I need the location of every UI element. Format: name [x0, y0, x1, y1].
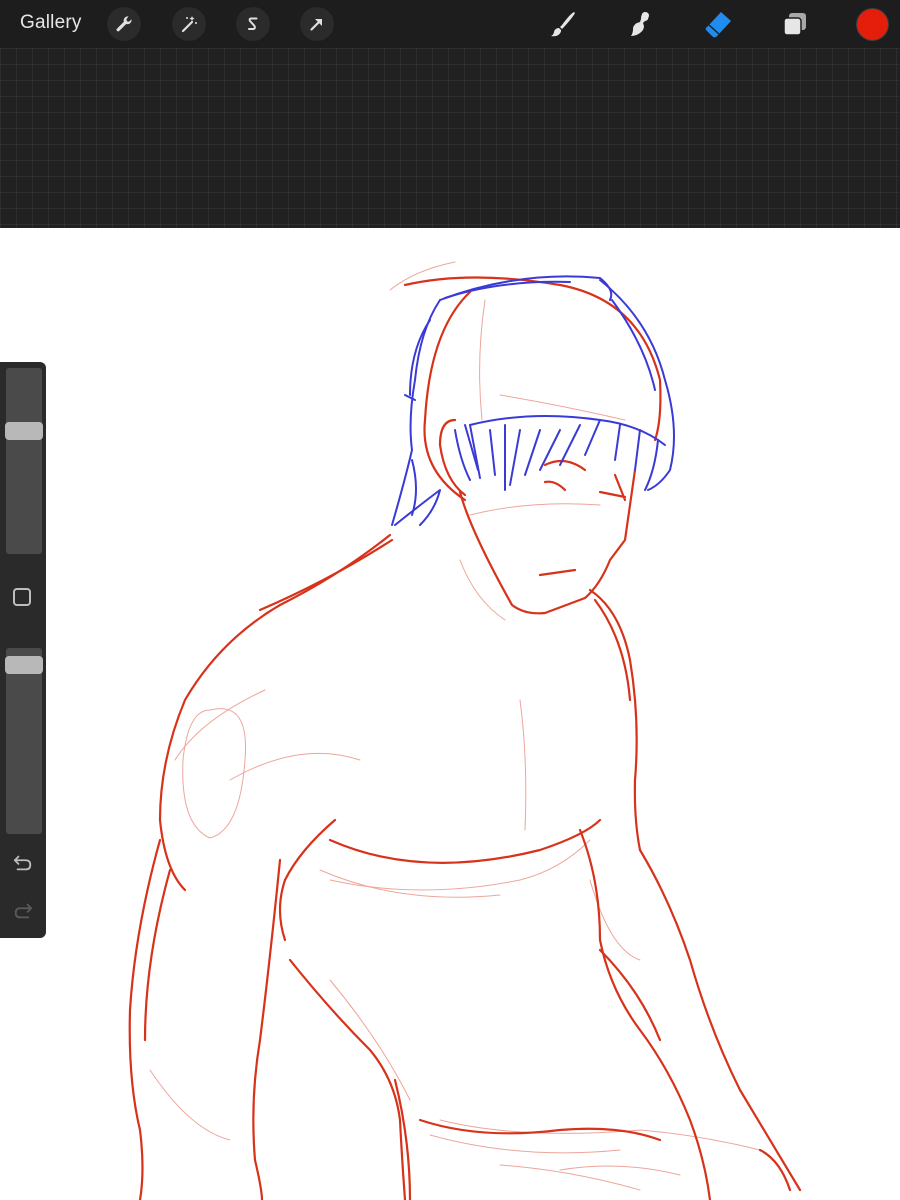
transform-arrow-icon	[310, 19, 322, 31]
layers-button[interactable]	[777, 6, 813, 42]
eraser-icon	[705, 12, 731, 38]
smudge-tool-button[interactable]	[622, 6, 658, 42]
opacity-slider[interactable]	[6, 648, 42, 834]
gallery-button[interactable]: Gallery	[20, 12, 82, 34]
color-picker-button[interactable]	[857, 9, 888, 40]
redo-button[interactable]	[11, 900, 35, 922]
actions-button[interactable]	[107, 7, 141, 41]
eraser-tool-button[interactable]	[700, 6, 736, 42]
brush-tool-button[interactable]	[545, 6, 581, 42]
selection-button[interactable]	[236, 7, 270, 41]
smudge-icon	[631, 12, 649, 36]
magic-wand-icon	[181, 16, 197, 33]
adjustments-button[interactable]	[172, 7, 206, 41]
sketch-drawing	[128, 261, 802, 1200]
redo-icon	[14, 903, 33, 919]
layers-icon	[783, 13, 806, 36]
selection-s-icon	[248, 17, 258, 30]
top-toolbar: Gallery	[0, 0, 900, 48]
brush-icon	[551, 12, 575, 37]
brush-sidebar	[0, 362, 46, 938]
drawing-canvas[interactable]	[0, 228, 900, 1200]
undo-button[interactable]	[11, 852, 35, 874]
modify-square-button[interactable]	[13, 588, 31, 606]
canvas-background-grid	[0, 48, 900, 228]
wrench-icon	[116, 16, 132, 32]
undo-icon	[13, 855, 32, 871]
transform-button[interactable]	[300, 7, 334, 41]
brush-size-slider[interactable]	[6, 368, 42, 554]
brush-size-slider-thumb[interactable]	[5, 421, 43, 440]
opacity-slider-thumb[interactable]	[5, 656, 43, 675]
